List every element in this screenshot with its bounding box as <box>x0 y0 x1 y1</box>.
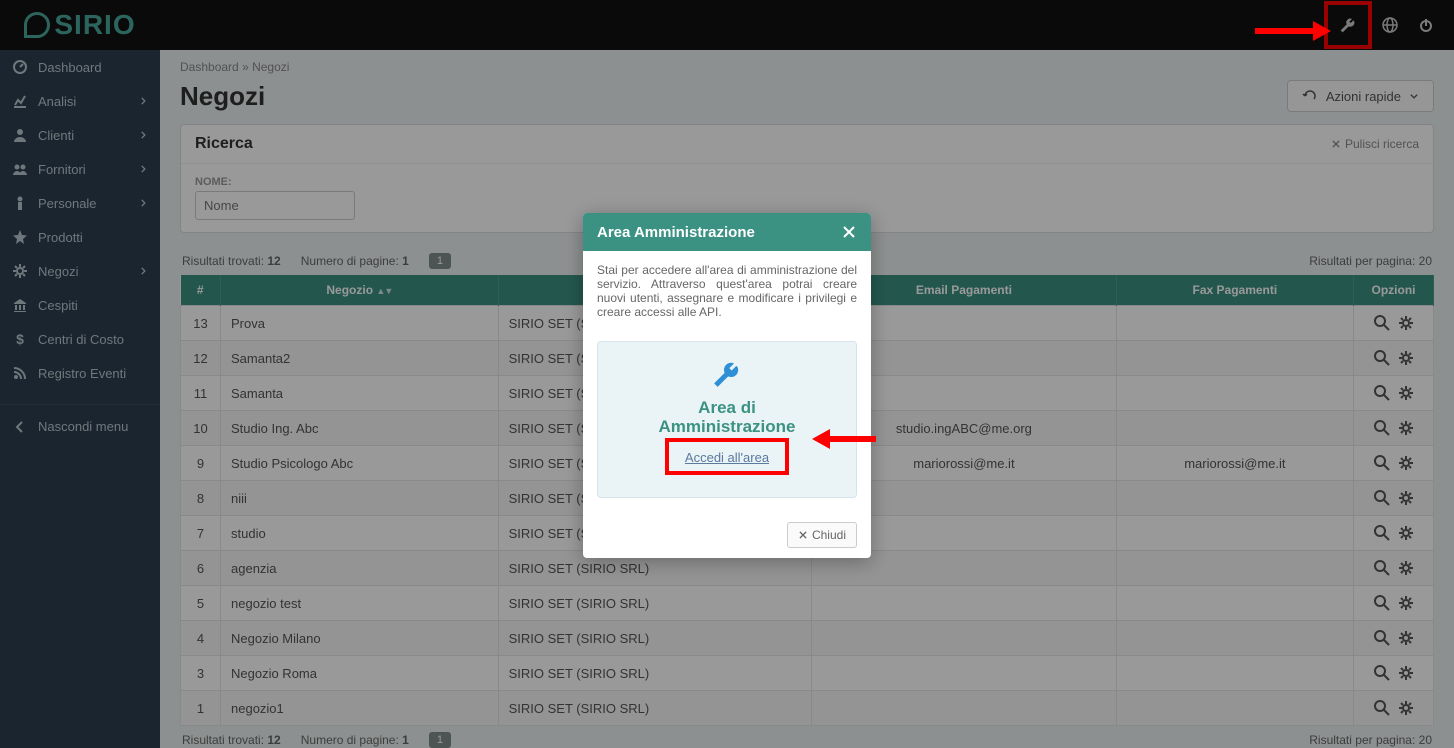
wrench-icon <box>713 360 741 388</box>
modal-wrench-icon <box>608 360 846 395</box>
modal-body-text: Stai per accedere all'area di amministra… <box>583 251 871 331</box>
close-icon <box>841 224 857 240</box>
modal-close-label: Chiudi <box>812 528 846 542</box>
modal-card: Area di Amministrazione Accedi all'area <box>597 341 857 498</box>
close-icon <box>798 530 808 540</box>
modal-card-title: Area di Amministrazione <box>608 399 846 436</box>
admin-access-link[interactable]: Accedi all'area <box>685 450 769 465</box>
modal-close-x[interactable] <box>841 223 857 241</box>
annotation-link-highlight: Accedi all'area <box>665 438 789 475</box>
modal-header: Area Amministrazione <box>583 213 871 251</box>
admin-modal: Area Amministrazione Stai per accedere a… <box>583 213 871 558</box>
modal-close-button[interactable]: Chiudi <box>787 522 857 548</box>
modal-title: Area Amministrazione <box>597 224 755 241</box>
modal-footer: Chiudi <box>583 512 871 558</box>
